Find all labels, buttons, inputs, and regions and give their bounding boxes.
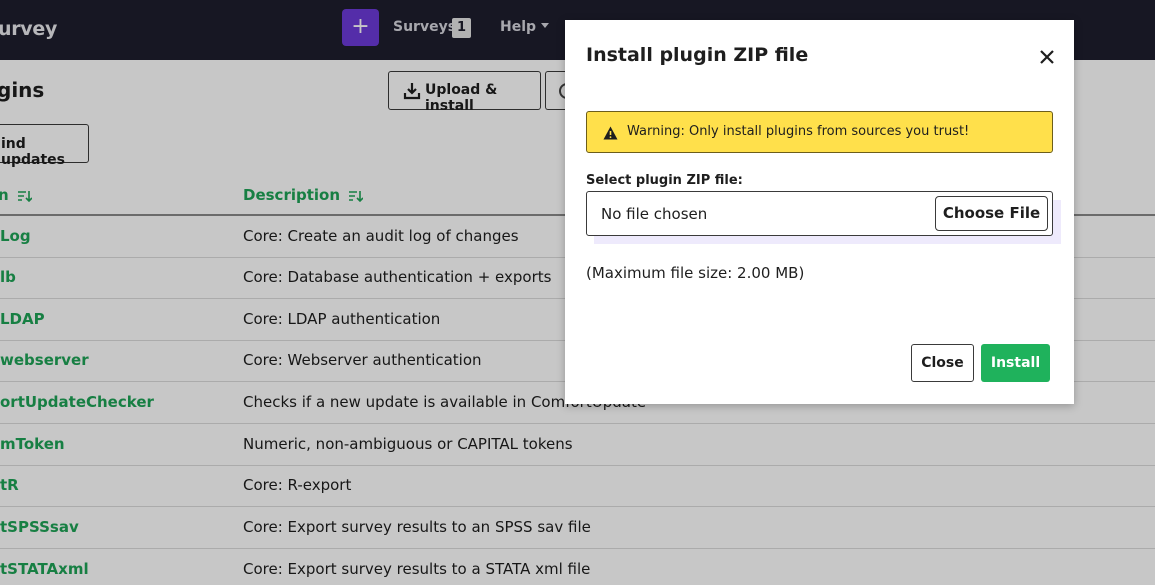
- plugin-zip-file-input[interactable]: No file chosen Choose File: [586, 191, 1053, 236]
- install-plugin-modal: Install plugin ZIP file Warning: Only in…: [565, 20, 1074, 404]
- modal-title: Install plugin ZIP file: [586, 44, 809, 66]
- choose-file-button[interactable]: Choose File: [935, 196, 1048, 231]
- install-button[interactable]: Install: [981, 344, 1050, 382]
- warning-alert: Warning: Only install plugins from sourc…: [586, 111, 1053, 153]
- warning-icon: [603, 126, 618, 140]
- file-field-label: Select plugin ZIP file:: [586, 173, 743, 188]
- close-icon[interactable]: [1037, 47, 1057, 67]
- file-status-text: No file chosen: [601, 205, 708, 223]
- warning-text: Warning: Only install plugins from sourc…: [627, 124, 970, 139]
- close-button[interactable]: Close: [911, 344, 974, 382]
- max-file-size-text: (Maximum file size: 2.00 MB): [586, 264, 805, 282]
